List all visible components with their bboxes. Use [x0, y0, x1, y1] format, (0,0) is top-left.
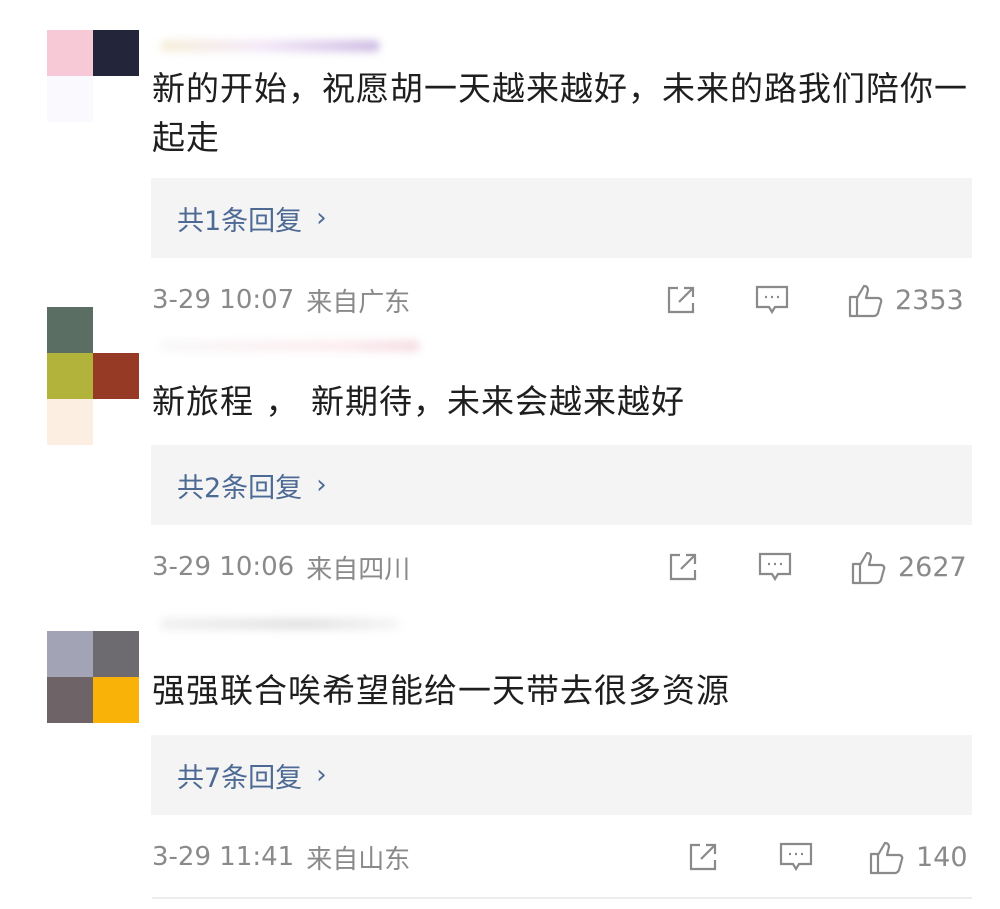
comment-button[interactable]: [778, 837, 814, 877]
share-icon: [689, 843, 717, 871]
like-button[interactable]: 140: [868, 837, 968, 877]
comment-time: 3-29 11:41: [152, 842, 295, 872]
comment-meta: 3-29 11:41 来自山东 140: [152, 837, 972, 877]
comment-text: 强强联合唉希望能给一天带去很多资源: [152, 671, 730, 710]
username-blurred[interactable]: [160, 618, 400, 630]
divider: [152, 897, 972, 899]
comment-item: 强强联合唉希望能给一天带去很多资源 共7条回复 › 3-29 11:41 来自山…: [0, 0, 1000, 909]
comment-icon: [779, 842, 813, 872]
replies-label: 共7条回复: [177, 762, 303, 794]
view-replies-button[interactable]: 共7条回复 ›: [151, 735, 972, 815]
comment-location: 来自山东: [306, 844, 411, 875]
thumbs-up-icon: [869, 841, 904, 875]
chevron-right-icon: ›: [316, 760, 327, 790]
share-button[interactable]: [686, 837, 720, 877]
avatar[interactable]: [47, 631, 139, 723]
like-count: 140: [916, 841, 968, 873]
